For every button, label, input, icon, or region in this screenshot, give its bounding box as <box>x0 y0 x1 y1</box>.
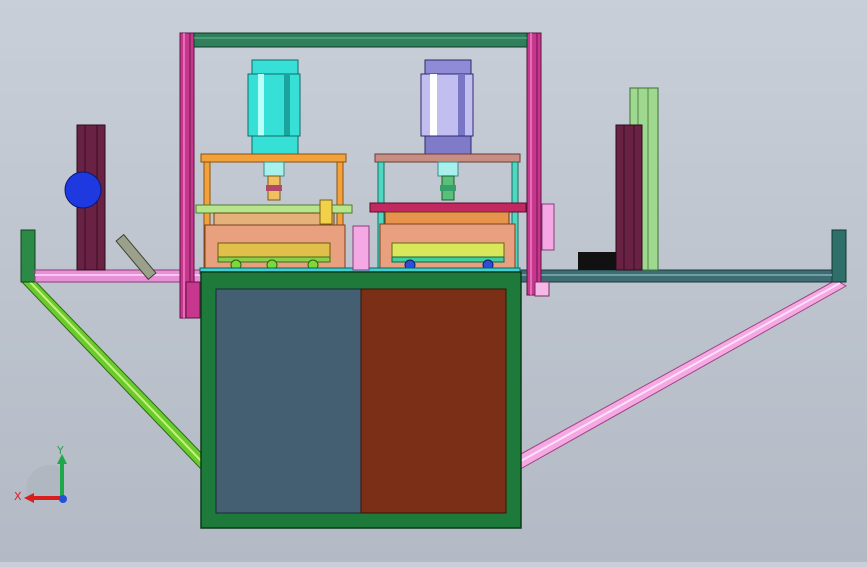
cabinet-left-door <box>215 288 362 514</box>
left-end-post <box>20 229 36 283</box>
black-block <box>578 252 616 270</box>
center-pink-block <box>352 225 370 271</box>
right-press-station <box>369 59 555 271</box>
y-axis-label: Y <box>56 444 64 457</box>
z-axis-dot <box>59 495 67 503</box>
frame-right-post <box>526 32 542 296</box>
x-axis-label: X <box>14 490 22 503</box>
right-end-post <box>831 229 847 283</box>
frame-left-post <box>179 32 195 319</box>
right-diagonal-leg <box>509 279 847 473</box>
left-press-station <box>195 59 353 271</box>
base-cabinet <box>200 271 522 529</box>
cabinet-right-door <box>360 288 507 514</box>
right-tall-column <box>615 124 643 271</box>
coordinate-triad: Y X <box>10 440 80 510</box>
frame-top-beam <box>193 32 528 48</box>
cad-viewport[interactable] <box>0 0 867 562</box>
machine-assembly-drawing <box>20 32 847 529</box>
blue-ball-knob <box>64 171 102 209</box>
